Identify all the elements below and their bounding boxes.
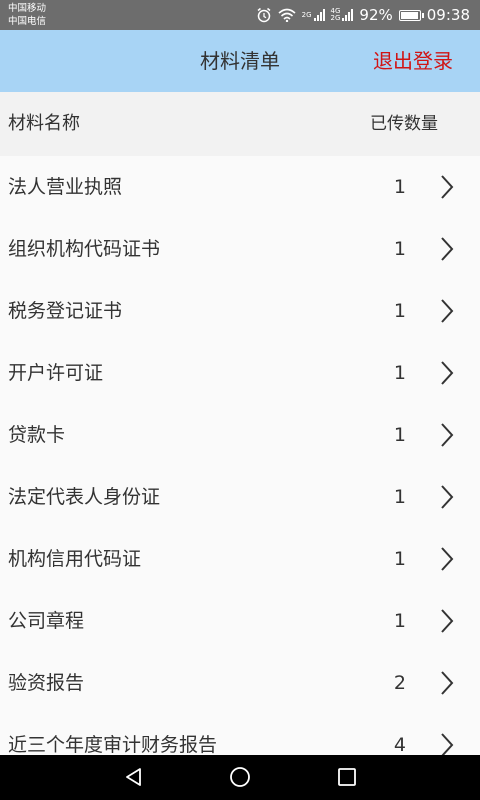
item-count: 1 <box>393 548 406 570</box>
item-name: 贷款卡 <box>8 424 66 446</box>
list-item[interactable]: 开户许可证 1 <box>0 342 480 404</box>
chevron-right-icon <box>441 299 454 323</box>
list-item[interactable]: 近三个年度审计财务报告 4 <box>0 714 480 755</box>
system-nav-bar <box>0 755 480 800</box>
column-count-label: 已传数量 <box>370 114 438 134</box>
chevron-right-icon <box>441 733 454 755</box>
status-bar: 中国移动 中国电信 2G 4G 2G 92% 09:38 <box>0 0 480 30</box>
battery-icon <box>398 9 424 21</box>
chevron-right-icon <box>441 609 454 633</box>
app-header: 材料清单 退出登录 <box>0 30 480 92</box>
chevron-right-icon <box>441 423 454 447</box>
item-name: 税务登记证书 <box>8 300 123 322</box>
carrier-1: 中国移动 <box>8 3 47 14</box>
item-name: 开户许可证 <box>8 362 104 384</box>
net-type-1: 2G <box>301 10 312 19</box>
wifi-icon <box>278 8 296 22</box>
alarm-icon <box>257 7 271 23</box>
item-count: 1 <box>393 362 406 384</box>
list-item[interactable]: 税务登记证书 1 <box>0 280 480 342</box>
chevron-right-icon <box>441 237 454 261</box>
item-count: 1 <box>393 238 406 260</box>
chevron-right-icon <box>441 671 454 695</box>
list-item[interactable]: 组织机构代码证书 1 <box>0 218 480 280</box>
item-count: 1 <box>393 610 406 632</box>
item-count: 1 <box>393 300 406 322</box>
carrier-2: 中国电信 <box>8 16 47 27</box>
chevron-right-icon <box>441 361 454 385</box>
list-item[interactable]: 验资报告 2 <box>0 652 480 714</box>
item-count: 1 <box>393 486 406 508</box>
list-item[interactable]: 贷款卡 1 <box>0 404 480 466</box>
list-item[interactable]: 机构信用代码证 1 <box>0 528 480 590</box>
item-name: 验资报告 <box>8 672 85 694</box>
item-name: 公司章程 <box>8 610 85 632</box>
item-count: 1 <box>393 424 406 446</box>
chevron-right-icon <box>441 485 454 509</box>
list-item[interactable]: 公司章程 1 <box>0 590 480 652</box>
item-name: 法人营业执照 <box>8 176 123 198</box>
home-icon[interactable] <box>229 766 251 788</box>
chevron-right-icon <box>441 547 454 571</box>
clock: 09:38 <box>426 6 470 24</box>
material-list: 法人营业执照 1 组织机构代码证书 1 税务登记证书 1 开户许可证 1 贷款卡… <box>0 156 480 755</box>
back-icon[interactable] <box>123 766 145 788</box>
net-type-2-bottom: 2G <box>330 14 341 22</box>
logout-button[interactable]: 退出登录 <box>373 30 453 92</box>
item-name: 组织机构代码证书 <box>8 238 161 260</box>
battery-percent: 92% <box>359 6 393 24</box>
list-item[interactable]: 法人营业执照 1 <box>0 156 480 218</box>
list-item[interactable]: 法定代表人身份证 1 <box>0 466 480 528</box>
recents-icon[interactable] <box>336 766 358 788</box>
item-name: 法定代表人身份证 <box>8 486 161 508</box>
column-header: 材料名称 已传数量 <box>0 92 480 156</box>
carrier-info: 中国移动 中国电信 <box>8 2 46 28</box>
signal-icon: 2G <box>302 9 325 21</box>
signal-icon-2: 4G 2G <box>331 8 354 22</box>
item-count: 1 <box>393 176 406 198</box>
item-count: 2 <box>393 672 406 694</box>
item-count: 4 <box>393 734 406 755</box>
column-name-label: 材料名称 <box>8 113 80 134</box>
chevron-right-icon <box>441 175 454 199</box>
item-name: 机构信用代码证 <box>8 548 142 570</box>
item-name: 近三个年度审计财务报告 <box>8 734 218 755</box>
status-icons: 2G 4G 2G 92% 09:38 <box>256 0 470 30</box>
